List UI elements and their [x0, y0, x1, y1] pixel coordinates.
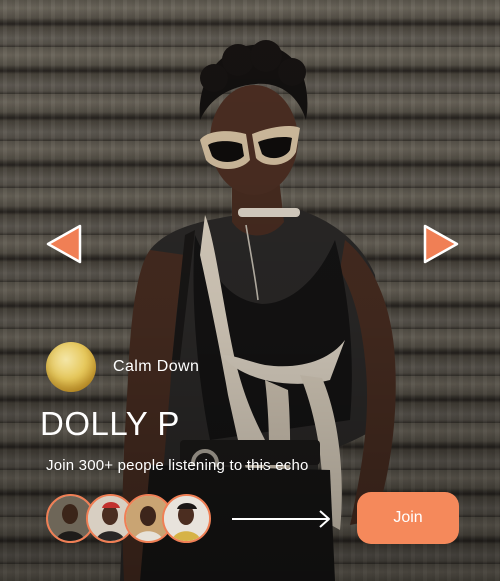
- now-playing-track[interactable]: Calm Down: [46, 342, 199, 392]
- prev-button[interactable]: [46, 224, 82, 264]
- track-title: Calm Down: [113, 358, 200, 375]
- next-arrow-icon: [423, 224, 459, 264]
- avatar: [162, 494, 211, 543]
- swipe-arrow-icon: [232, 510, 330, 528]
- listeners-caption: Join 300+ people listening to this echo: [46, 457, 309, 474]
- listener-avatars[interactable]: [46, 494, 211, 544]
- player-screen: Calm Down DOLLY P Join 300+ people liste…: [0, 0, 500, 581]
- prev-arrow-icon: [46, 224, 82, 264]
- join-button[interactable]: Join: [357, 492, 459, 544]
- next-button[interactable]: [423, 224, 459, 264]
- artist-name: DOLLY P: [40, 405, 180, 442]
- track-artwork: [46, 342, 96, 392]
